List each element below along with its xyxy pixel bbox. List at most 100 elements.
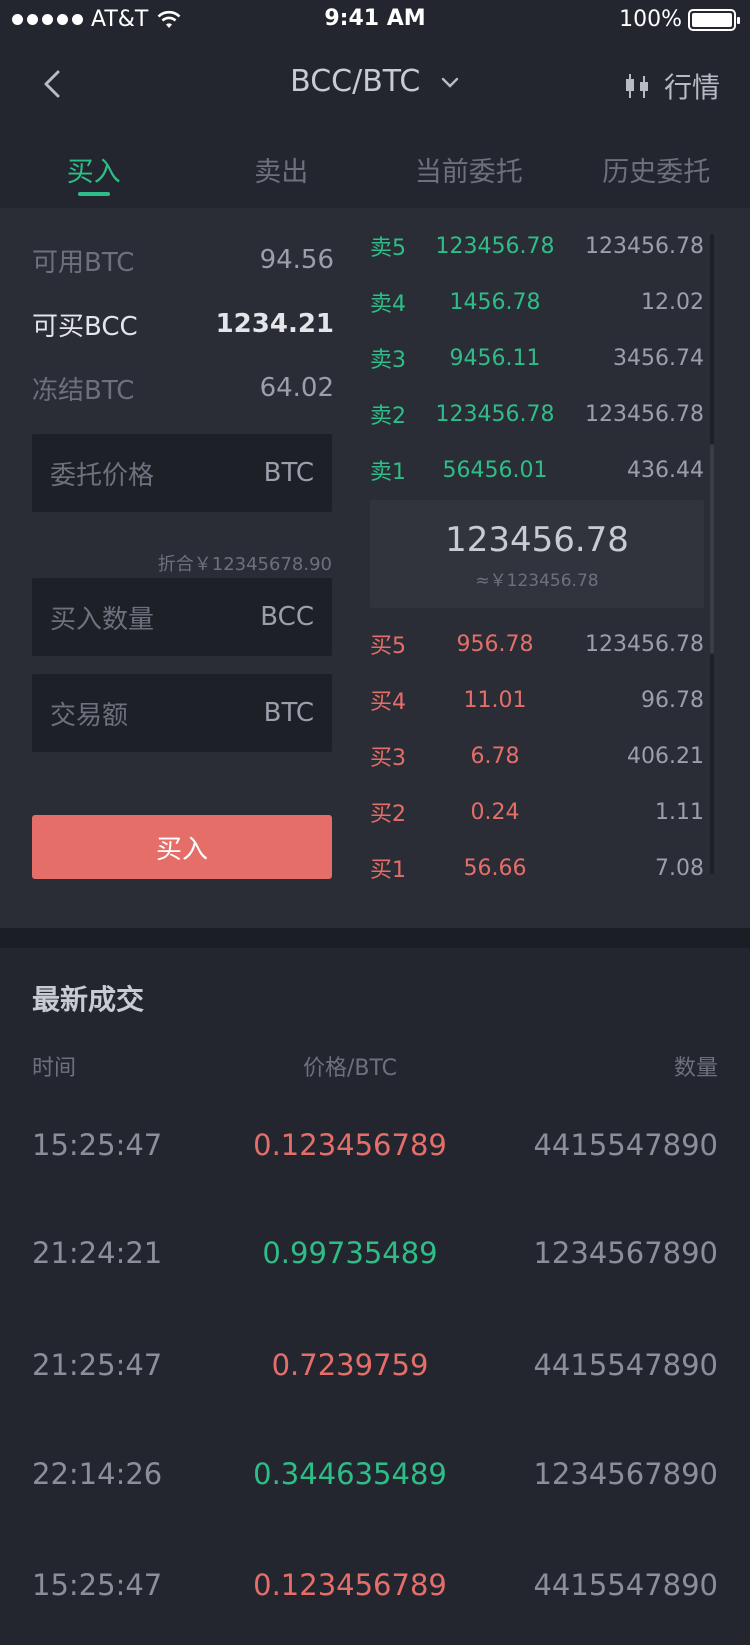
ask-row[interactable]: 卖1 56456.01 436.44 <box>370 442 704 498</box>
bid-price: 956.78 <box>456 631 534 657</box>
market-label: 行情 <box>663 71 720 104</box>
tab-buy[interactable]: 买入 <box>0 128 188 208</box>
tab-order-history[interactable]: 历史委托 <box>563 128 750 208</box>
balance-label: 可买BCC <box>32 311 138 342</box>
trade-price: 0.344635489 <box>253 1457 447 1491</box>
total-input[interactable]: 交易额 BTC <box>32 674 332 752</box>
price-unit: BTC <box>263 458 314 488</box>
ask-price: 123456.78 <box>435 401 555 427</box>
battery-percent: 100% <box>619 7 682 32</box>
trade-time: 15:25:47 <box>32 1568 163 1602</box>
ask-level: 卖4 <box>370 292 406 317</box>
trade-qty: 4415547890 <box>533 1568 718 1602</box>
ask-row[interactable]: 卖2 123456.78 123456.78 <box>370 386 704 442</box>
trade-qty: 4415547890 <box>533 1348 718 1382</box>
trade-row: 15:25:47 0.123456789 4415547890 <box>0 1568 750 1628</box>
balance-value: 94.56 <box>259 245 334 275</box>
bid-level: 买1 <box>370 858 406 883</box>
trade-row: 21:24:21 0.99735489 1234567890 <box>0 1236 750 1296</box>
ask-price: 1456.78 <box>449 289 541 315</box>
bid-row[interactable]: 买4 11.01 96.78 <box>370 672 704 728</box>
trade-price: 0.7239759 <box>271 1348 429 1382</box>
nav-bar: BCC/BTC 行情 <box>0 40 750 128</box>
trade-row: 21:25:47 0.7239759 4415547890 <box>0 1348 750 1408</box>
amount-placeholder: 买入数量 <box>50 604 155 635</box>
last-price-box: 123456.78 ≈￥123456.78 <box>370 500 704 608</box>
pair-title: BCC/BTC <box>290 64 421 99</box>
bid-level: 买2 <box>370 802 406 827</box>
market-button[interactable]: 行情 <box>625 66 720 106</box>
tab-open-orders[interactable]: 当前委托 <box>375 128 563 208</box>
ask-qty: 123456.78 <box>585 401 704 427</box>
ask-qty: 436.44 <box>627 457 704 483</box>
trade-panel: 可用BTC 94.56 可买BCC 1234.21 冻结BTC 64.02 委托… <box>0 208 750 928</box>
trade-row: 22:14:26 0.344635489 1234567890 <box>0 1457 750 1517</box>
balance-value: 1234.21 <box>215 309 334 339</box>
status-bar: AT&T 9:41 AM 100% <box>0 0 750 40</box>
bid-level: 买4 <box>370 690 406 715</box>
ask-qty: 123456.78 <box>585 233 704 259</box>
bid-row[interactable]: 买5 956.78 123456.78 <box>370 616 704 672</box>
ask-level: 卖2 <box>370 404 406 429</box>
scrollbar-thumb[interactable] <box>710 444 714 654</box>
bid-row[interactable]: 买1 56.66 7.08 <box>370 840 704 896</box>
ask-level: 卖1 <box>370 460 406 485</box>
trade-time: 15:25:47 <box>32 1128 163 1162</box>
chevron-down-icon <box>441 77 459 88</box>
ask-qty: 12.02 <box>641 289 704 315</box>
balance-row: 可买BCC 1234.21 <box>32 292 334 356</box>
header-qty: 数量 <box>673 1056 718 1081</box>
trade-time: 21:25:47 <box>32 1348 163 1382</box>
section-divider <box>0 928 750 948</box>
ask-price: 56456.01 <box>442 457 548 483</box>
price-placeholder: 委托价格 <box>50 460 155 491</box>
trade-tabs: 买入 卖出 当前委托 历史委托 <box>0 128 750 208</box>
trade-qty: 4415547890 <box>533 1128 718 1162</box>
balance-label: 冻结BTC <box>32 375 135 406</box>
bid-price: 6.78 <box>470 743 520 769</box>
bid-price: 0.24 <box>470 799 520 825</box>
order-book-scrollbar[interactable] <box>710 234 714 874</box>
trade-price: 0.123456789 <box>253 1128 447 1162</box>
price-input[interactable]: 委托价格 BTC <box>32 434 332 512</box>
amount-unit: BCC <box>260 602 314 632</box>
bid-row[interactable]: 买2 0.24 1.11 <box>370 784 704 840</box>
bid-price: 11.01 <box>463 687 527 713</box>
tab-sell[interactable]: 卖出 <box>188 128 376 208</box>
total-unit: BTC <box>263 698 314 728</box>
amount-input[interactable]: 买入数量 BCC <box>32 578 332 656</box>
balance-value: 64.02 <box>259 373 334 403</box>
ask-price: 9456.11 <box>449 345 541 371</box>
bid-level: 买3 <box>370 746 406 771</box>
bid-qty: 1.11 <box>655 799 704 825</box>
trade-qty: 1234567890 <box>533 1236 718 1270</box>
section-title: 最新成交 <box>32 983 145 1016</box>
bid-qty: 406.21 <box>627 743 704 769</box>
ask-qty: 3456.74 <box>613 345 704 371</box>
balance-row: 冻结BTC 64.02 <box>32 356 334 420</box>
battery-icon <box>688 8 740 31</box>
trade-time: 21:24:21 <box>32 1236 163 1270</box>
trade-row: 15:25:47 0.123456789 4415547890 <box>0 1128 750 1188</box>
last-price: 123456.78 <box>445 520 629 560</box>
bid-qty: 123456.78 <box>585 631 704 657</box>
candlestick-icon <box>625 74 648 98</box>
bid-row[interactable]: 买3 6.78 406.21 <box>370 728 704 784</box>
trade-time: 22:14:26 <box>32 1457 163 1491</box>
header-price: 价格/BTC <box>302 1056 398 1081</box>
trade-price: 0.123456789 <box>253 1568 447 1602</box>
ask-row[interactable]: 卖3 9456.11 3456.74 <box>370 330 704 386</box>
last-price-cny: ≈￥123456.78 <box>475 571 599 591</box>
latest-trades: 最新成交 时间 价格/BTC 数量 15:25:47 0.123456789 4… <box>0 948 750 1645</box>
buy-button[interactable]: 买入 <box>32 815 332 879</box>
ask-row[interactable]: 卖4 1456.78 12.02 <box>370 274 704 330</box>
total-placeholder: 交易额 <box>50 700 129 731</box>
ask-price: 123456.78 <box>435 233 555 259</box>
bid-qty: 96.78 <box>641 687 704 713</box>
ask-row[interactable]: 卖5 123456.78 123456.78 <box>370 218 704 274</box>
bid-qty: 7.08 <box>655 855 704 881</box>
balance-row: 可用BTC 94.56 <box>32 228 334 292</box>
header-time: 时间 <box>32 1056 77 1081</box>
trade-qty: 1234567890 <box>533 1457 718 1491</box>
balance-label: 可用BTC <box>32 247 135 278</box>
